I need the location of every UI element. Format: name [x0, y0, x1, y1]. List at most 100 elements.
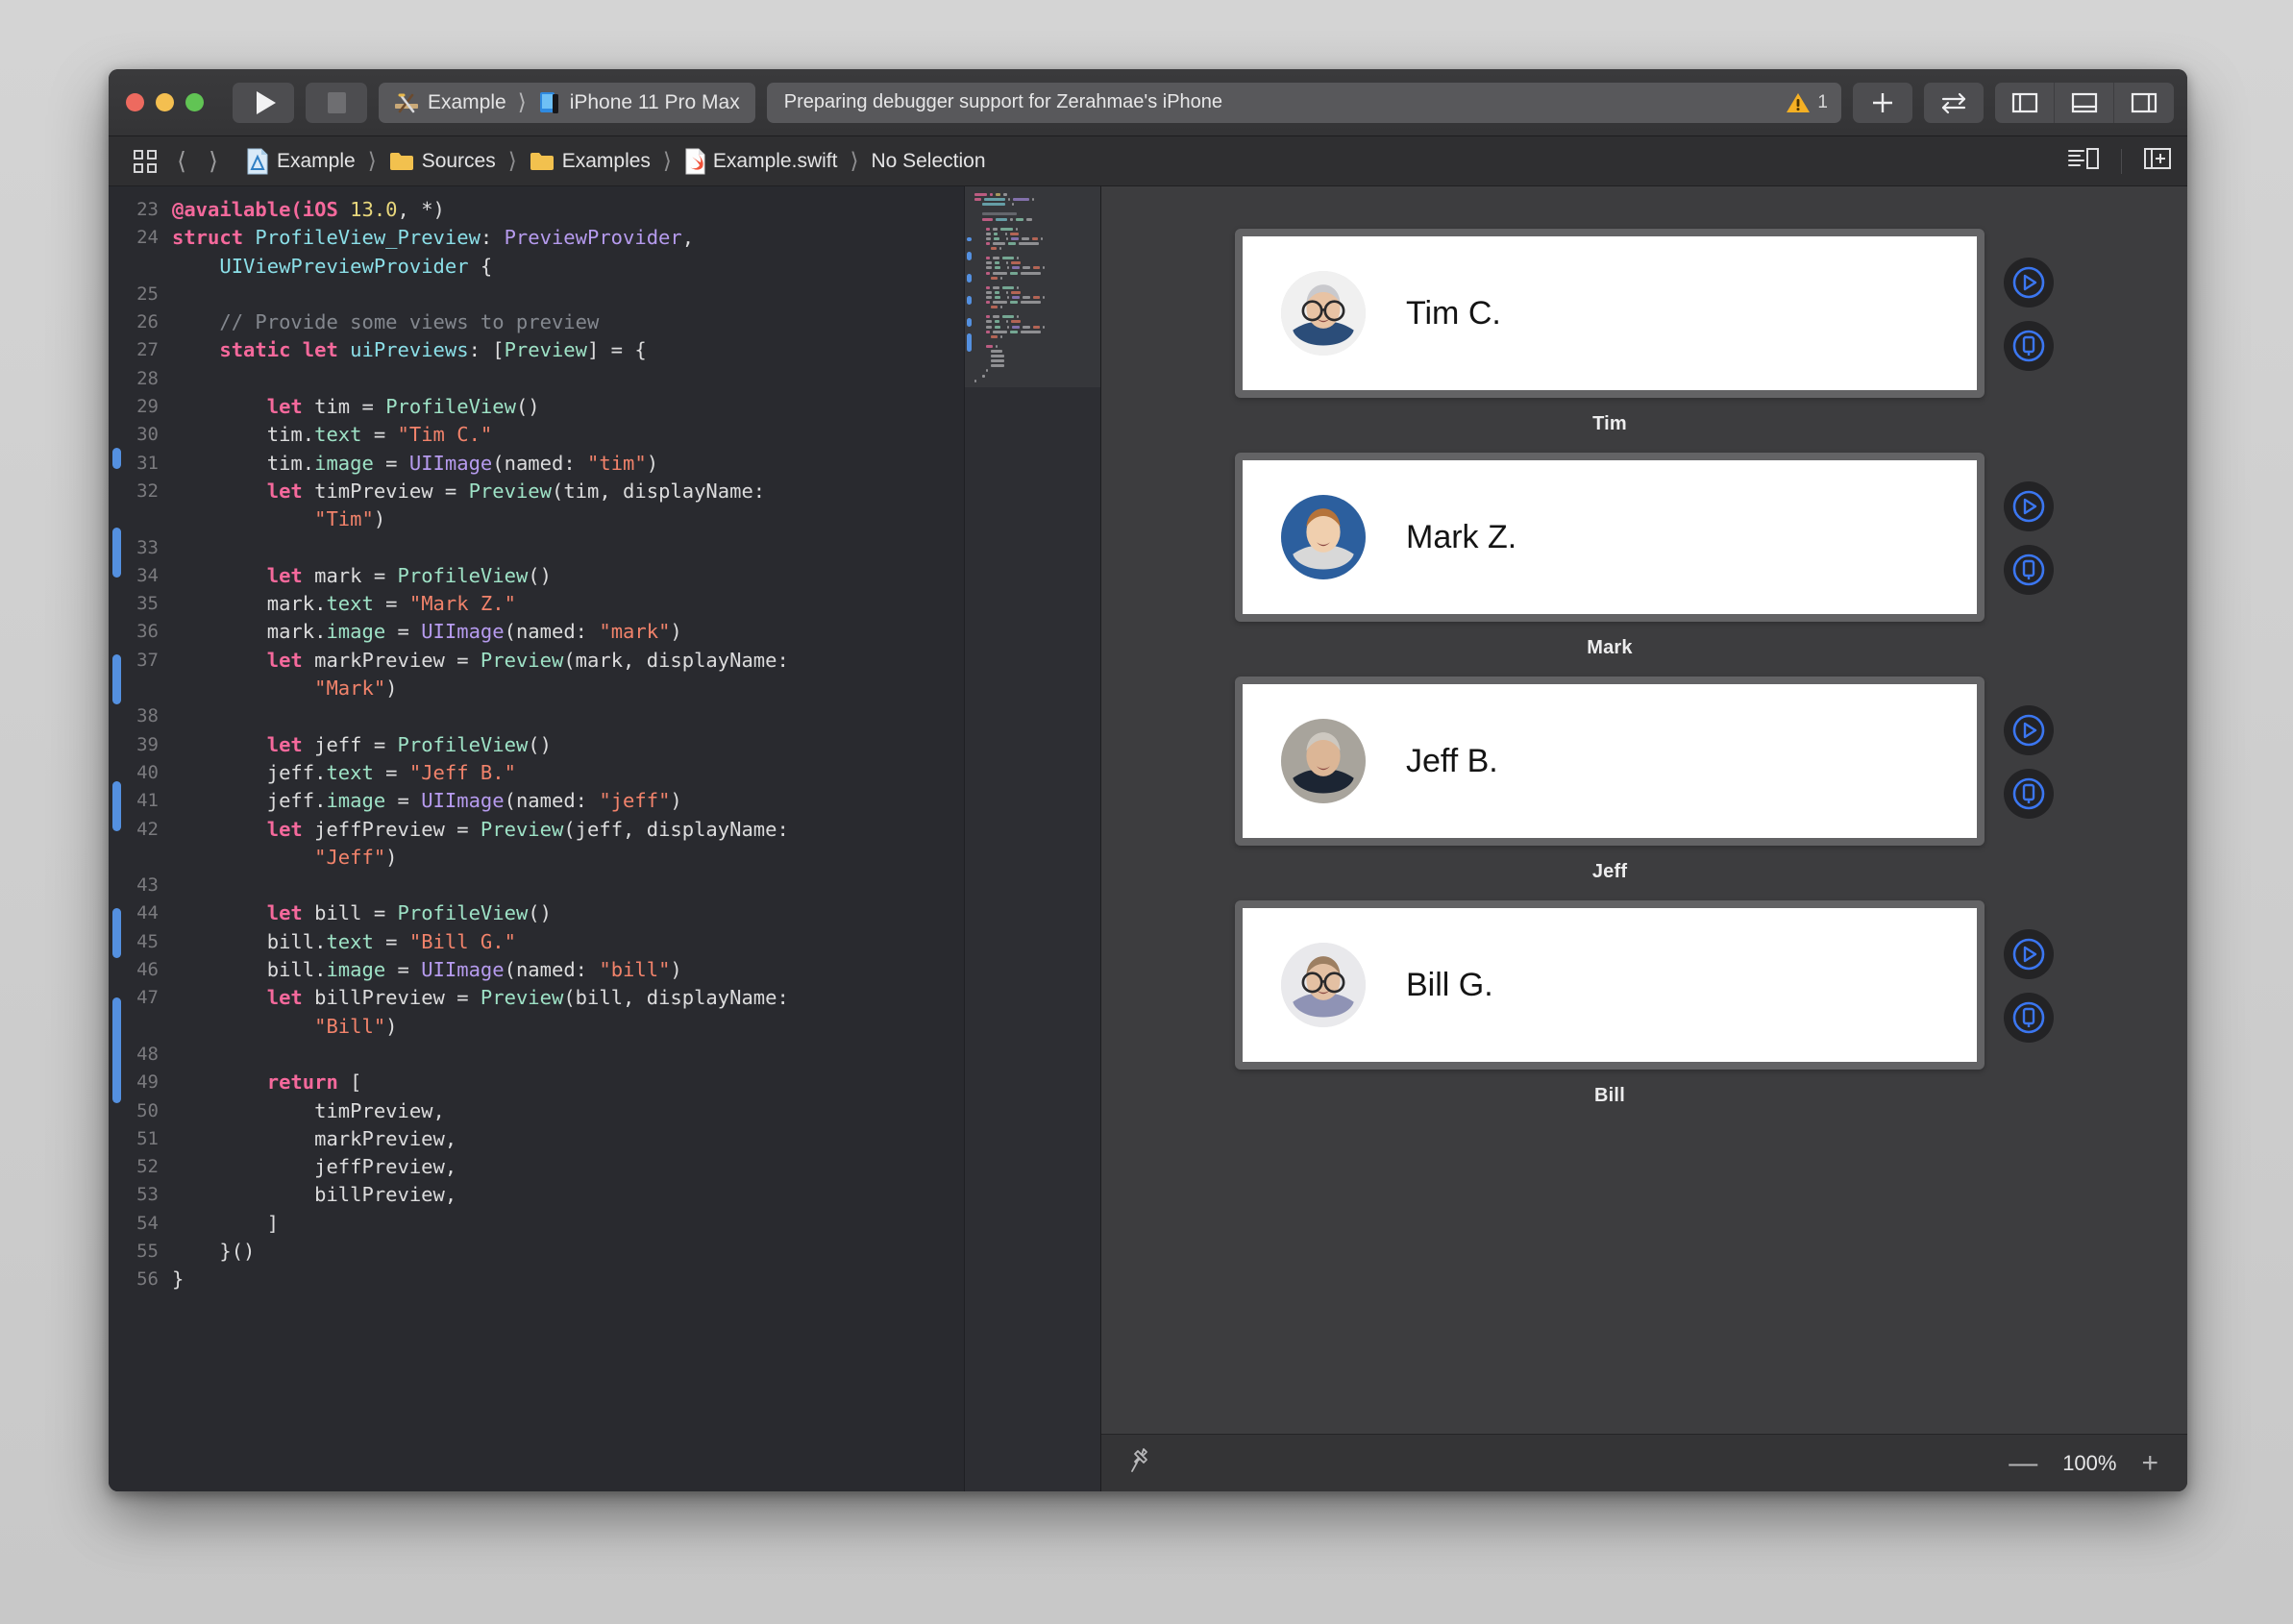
- code-token: markPreview,: [172, 1126, 457, 1150]
- device-frame[interactable]: Jeff B.: [1235, 677, 1985, 846]
- device-frame[interactable]: Tim C.: [1235, 229, 1985, 398]
- stop-button[interactable]: [306, 82, 367, 123]
- change-marker[interactable]: [112, 654, 121, 704]
- minimap-change-marker: [967, 251, 972, 260]
- code-token: ProfileView: [397, 732, 529, 756]
- device-screen[interactable]: Tim C.: [1243, 236, 1977, 390]
- minimize-button[interactable]: [156, 93, 174, 111]
- change-marker[interactable]: [112, 781, 121, 831]
- jump-bar-actions: [2067, 146, 2172, 176]
- preview-device-column: Mark Z. Mark: [1235, 453, 1985, 659]
- toggle-inspector-button[interactable]: [2114, 83, 2174, 123]
- code-token: jeffPreview =: [314, 817, 481, 841]
- project-icon: [247, 148, 268, 174]
- line-content: "Mark"): [172, 675, 397, 702]
- line-number: 50: [136, 1099, 159, 1121]
- change-marker[interactable]: [112, 997, 121, 1103]
- change-marker[interactable]: [112, 448, 121, 469]
- play-circle-icon: [2012, 714, 2045, 747]
- breadcrumb-item-sources[interactable]: Sources: [385, 150, 500, 173]
- divider: [2121, 148, 2122, 174]
- code-line: 43: [122, 872, 964, 899]
- preview-device-column: Tim C. Tim: [1235, 229, 1985, 435]
- device-screen[interactable]: Bill G.: [1243, 908, 1977, 1062]
- line-number: [122, 675, 172, 702]
- code-token: :: [480, 226, 505, 250]
- code-token: ]: [172, 1211, 280, 1235]
- navigate-forward-button[interactable]: ⟩: [199, 147, 228, 176]
- run-button[interactable]: [233, 82, 294, 123]
- line-content: let bill = ProfileView(): [172, 899, 552, 927]
- add-library-button[interactable]: [1853, 82, 1912, 123]
- xcode-window: Example ⟩ iPhone 11 Pro Max Preparing de…: [109, 69, 2187, 1491]
- preview-play-button[interactable]: [2004, 929, 2054, 979]
- show-related-items-button[interactable]: [126, 149, 164, 174]
- code-line: 52 jeffPreview,: [122, 1153, 964, 1181]
- preview-play-button[interactable]: [2004, 705, 2054, 755]
- navigate-back-button[interactable]: ⟨: [167, 147, 196, 176]
- code-token: "mark": [599, 620, 671, 644]
- code-line: "Mark"): [122, 675, 964, 702]
- device-screen[interactable]: Jeff B.: [1243, 684, 1977, 838]
- line-number: 47: [136, 987, 159, 1009]
- line-content: let timPreview = Preview(tim, displayNam…: [172, 478, 765, 505]
- preview-list[interactable]: Tim C. Tim Mark Z. Mark Jeff B. Jeff Bil…: [1101, 186, 2187, 1434]
- source-editor[interactable]: 23 @available(iOS 13.0, *) 24 struct Profil…: [109, 186, 1100, 1491]
- preview-inspect-button[interactable]: [2004, 769, 2054, 819]
- line-content: return [: [172, 1069, 362, 1096]
- scheme-selector[interactable]: Example ⟩ iPhone 11 Pro Max: [379, 82, 755, 123]
- zoom-in-button[interactable]: +: [2141, 1448, 2158, 1478]
- status-message: Preparing debugger support for Zerahmae'…: [783, 91, 1223, 112]
- preview-play-button[interactable]: [2004, 258, 2054, 308]
- window-controls[interactable]: [126, 93, 204, 111]
- line-number: 33: [136, 536, 159, 558]
- device-circle-icon: [2012, 1001, 2045, 1034]
- toggle-minimap-button[interactable]: [2067, 146, 2100, 176]
- line-number: 44: [136, 902, 159, 924]
- code-minimap[interactable]: [964, 186, 1100, 1491]
- breadcrumb-item-selection[interactable]: No Selection: [867, 150, 989, 173]
- breadcrumb-item-project[interactable]: Example: [242, 148, 359, 175]
- add-editor-button[interactable]: [2143, 146, 2172, 176]
- zoom-button[interactable]: [185, 93, 204, 111]
- breadcrumb-item-file[interactable]: Example.swift: [680, 148, 842, 175]
- code-line: 30 tim.text = "Tim C.": [122, 421, 964, 449]
- code-token: "jeff": [599, 789, 671, 813]
- line-number: 39: [136, 733, 159, 755]
- issue-navigator-badge[interactable]: 1: [1786, 91, 1828, 114]
- line-content: let mark = ProfileView(): [172, 562, 552, 590]
- toggle-editor-layout-button[interactable]: [1924, 82, 1984, 123]
- code-token: ): [385, 845, 398, 869]
- toggle-navigator-button[interactable]: [1995, 82, 2055, 123]
- code-token: let: [266, 817, 315, 841]
- code-line: 33: [122, 534, 964, 562]
- code-token: =: [373, 929, 409, 953]
- device-frame[interactable]: Mark Z.: [1235, 453, 1985, 622]
- toggle-debug-area-button[interactable]: [2055, 82, 2114, 123]
- code-token: tim =: [314, 395, 386, 419]
- breadcrumb-item-examples[interactable]: Examples: [526, 150, 654, 173]
- pin-preview-button[interactable]: [1128, 1446, 1157, 1480]
- line-number: 31: [136, 452, 159, 474]
- code-text-area[interactable]: 23 @available(iOS 13.0, *) 24 struct Profil…: [122, 186, 964, 1491]
- code-line: 50 timPreview,: [122, 1097, 964, 1125]
- preview-play-button[interactable]: [2004, 481, 2054, 531]
- preview-inspect-button[interactable]: [2004, 321, 2054, 371]
- device-frame[interactable]: Bill G.: [1235, 900, 1985, 1070]
- change-marker[interactable]: [112, 908, 121, 958]
- minimap-icon: [2068, 148, 2099, 169]
- zoom-out-button[interactable]: —: [2009, 1448, 2037, 1478]
- device-screen[interactable]: Mark Z.: [1243, 460, 1977, 614]
- code-token: 13.0: [350, 198, 398, 221]
- close-button[interactable]: [126, 93, 144, 111]
- preview-inspect-button[interactable]: [2004, 993, 2054, 1043]
- preview-inspect-button[interactable]: [2004, 545, 2054, 595]
- minimap-viewport[interactable]: [965, 186, 1100, 387]
- change-marker[interactable]: [112, 528, 121, 578]
- line-number: 29: [136, 396, 159, 418]
- line-number: 35: [136, 593, 159, 615]
- code-token: Preview: [504, 338, 587, 362]
- xcode-project-icon: [395, 93, 418, 112]
- activity-status-bar[interactable]: Preparing debugger support for Zerahmae'…: [766, 82, 1841, 123]
